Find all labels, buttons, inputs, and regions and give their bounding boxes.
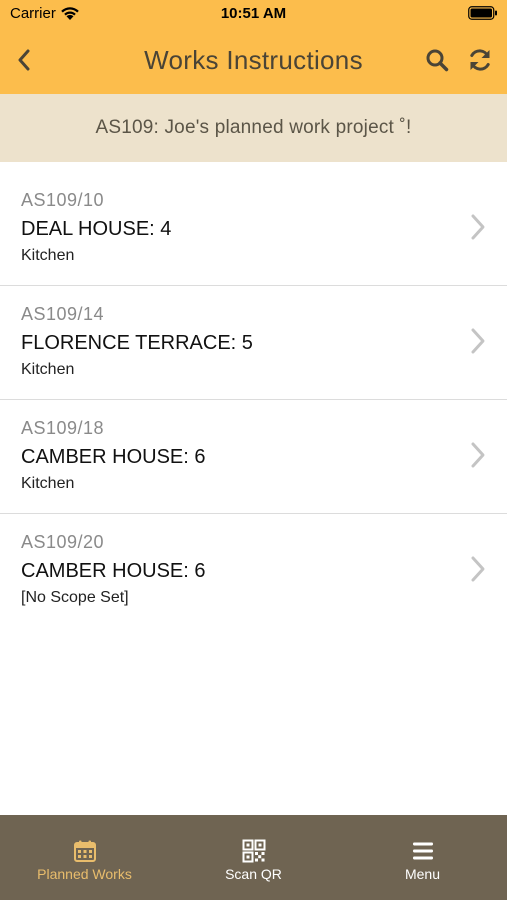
project-banner-text: AS109: Joe's planned work project ˚! [95,117,412,138]
item-reference: AS109/20 [21,532,105,552]
work-instructions-list: AS109/10 DEAL HOUSE: 4 Kitchen AS109/14 … [0,172,507,628]
list-item[interactable]: AS109/20 CAMBER HOUSE: 6 [No Scope Set] [0,514,507,628]
item-title: CAMBER HOUSE: 6 [21,560,206,582]
qr-code-icon [242,839,265,863]
chevron-right-icon [471,214,485,240]
item-reference: AS109/18 [21,418,105,438]
search-button[interactable] [423,46,451,74]
app-screen: Carrier 10:51 AM Works Instructions AS10… [0,0,507,900]
calendar-icon [73,840,96,862]
status-time: 10:51 AM [220,5,287,22]
item-title: FLORENCE TERRACE: 5 [21,332,253,354]
item-reference: AS109/14 [21,304,105,324]
tab-label: Menu [404,866,441,882]
tab-menu[interactable]: Menu [338,815,507,900]
chevron-right-icon [471,328,485,354]
item-subtitle: Kitchen [21,247,75,264]
hamburger-menu-icon [412,842,433,860]
refresh-button[interactable] [465,46,495,74]
header: Carrier 10:51 AM Works Instructions [0,0,507,94]
chevron-right-icon [471,442,485,468]
list-item[interactable]: AS109/14 FLORENCE TERRACE: 5 Kitchen [0,286,507,400]
search-icon [426,49,449,72]
item-title: CAMBER HOUSE: 6 [21,446,206,468]
chevron-right-icon [471,556,485,582]
navigation-bar: Works Instructions [0,28,507,94]
battery-icon [468,6,497,20]
tab-label: Scan QR [225,866,282,882]
item-subtitle: Kitchen [21,475,75,492]
item-subtitle: Kitchen [21,361,75,378]
tab-planned-works[interactable]: Planned Works [0,815,169,900]
tab-scan-qr[interactable]: Scan QR [169,815,338,900]
list-item[interactable]: AS109/18 CAMBER HOUSE: 6 Kitchen [0,400,507,514]
tab-bar: Planned Works Scan QR Menu [0,815,507,900]
status-bar: Carrier 10:51 AM [0,0,507,28]
tab-label: Planned Works [37,866,132,882]
item-title: DEAL HOUSE: 4 [21,218,172,240]
item-reference: AS109/10 [21,190,105,210]
list-item[interactable]: AS109/10 DEAL HOUSE: 4 Kitchen [0,172,507,286]
refresh-icon [470,49,490,71]
project-banner: AS109: Joe's planned work project ˚! [0,94,507,162]
item-subtitle: [No Scope Set] [21,589,129,606]
